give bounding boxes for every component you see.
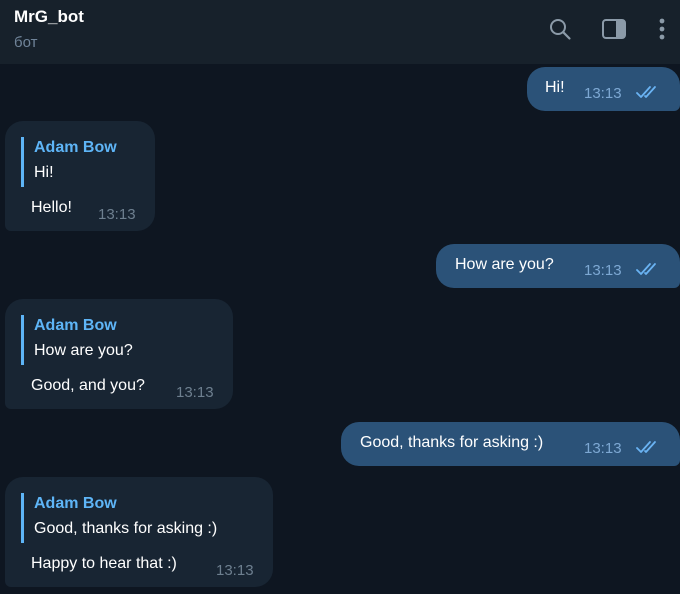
reply-author: Adam Bow xyxy=(34,317,117,334)
chat-header: MrG_bot бот xyxy=(0,0,680,64)
message-time: 13:13 xyxy=(584,85,622,102)
message-text: Good, and you? xyxy=(31,377,145,394)
message-time: 13:13 xyxy=(98,206,136,223)
message-time: 13:13 xyxy=(216,562,254,579)
message-text: Good, thanks for asking :) xyxy=(360,434,544,451)
search-icon[interactable] xyxy=(547,16,573,42)
message-time: 13:13 xyxy=(584,440,622,457)
outgoing-message[interactable]: Hi! 13:13 xyxy=(527,67,680,111)
message-text: Hi! xyxy=(545,79,565,96)
reply-quote[interactable]: Adam Bow Hi! xyxy=(21,137,141,187)
message-list[interactable]: Hi! 13:13 Adam Bow Hi! Hello! 13:13 How … xyxy=(0,64,680,594)
outgoing-message[interactable]: Good, thanks for asking :) 13:13 xyxy=(341,422,680,466)
incoming-message[interactable]: Adam Bow Hi! Hello! 13:13 xyxy=(5,121,155,231)
chat-title[interactable]: MrG_bot xyxy=(14,7,84,27)
reply-text: Good, thanks for asking :) xyxy=(34,520,218,537)
message-text: Happy to hear that :) xyxy=(31,555,177,572)
more-vertical-icon[interactable] xyxy=(649,16,675,42)
read-checkmarks-icon xyxy=(636,263,656,275)
message-time: 13:13 xyxy=(584,262,622,279)
reply-text: Hi! xyxy=(34,164,54,181)
outgoing-message[interactable]: How are you? 13:13 xyxy=(436,244,680,288)
message-text: Hello! xyxy=(31,199,72,216)
reply-quote[interactable]: Adam Bow Good, thanks for asking :) xyxy=(21,493,261,543)
incoming-message[interactable]: Adam Bow How are you? Good, and you? 13:… xyxy=(5,299,233,409)
reply-text: How are you? xyxy=(34,342,133,359)
message-time: 13:13 xyxy=(176,384,214,401)
reply-author: Adam Bow xyxy=(34,139,117,156)
read-checkmarks-icon xyxy=(636,441,656,453)
incoming-message[interactable]: Adam Bow Good, thanks for asking :) Happ… xyxy=(5,477,273,587)
message-text: How are you? xyxy=(455,256,554,273)
reply-quote[interactable]: Adam Bow How are you? xyxy=(21,315,221,365)
sidebar-toggle-icon[interactable] xyxy=(601,16,627,42)
reply-author: Adam Bow xyxy=(34,495,117,512)
read-checkmarks-icon xyxy=(636,86,656,98)
chat-subtitle: бот xyxy=(14,34,38,51)
